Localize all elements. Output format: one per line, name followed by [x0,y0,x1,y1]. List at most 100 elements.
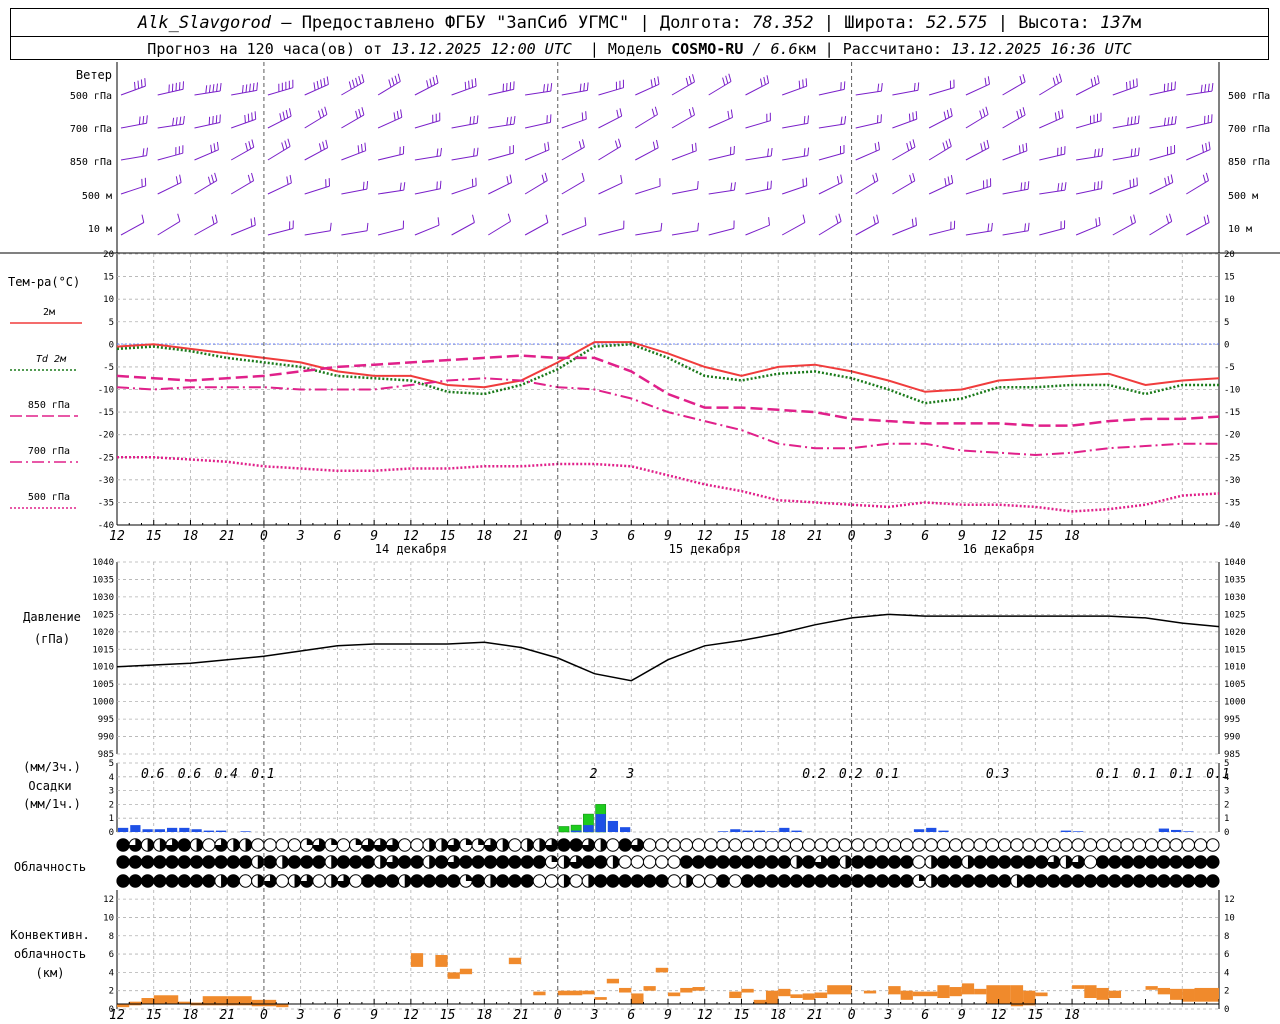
conv-bar [753,999,766,1004]
wind-barb-shaft [928,145,952,161]
y-tick-left: 1015 [92,645,114,655]
wind-barb-flag [182,116,185,125]
wind-barb-flag [142,115,145,125]
cloud-circle [398,838,412,852]
wind-level-850hpa-left: 850 гПа [70,157,112,168]
cloud-symbol [373,838,387,852]
conv-bar [741,988,754,993]
conv-bar [1157,987,1171,995]
conv-bar [447,972,460,979]
cloud-fill [429,855,436,869]
wind-barb-flag [351,79,355,88]
wind-barb-shaft [598,182,623,195]
y-tick-left: 2 [109,987,114,997]
hour-label: 18 [770,1008,786,1023]
cloud-fill [539,838,546,852]
cloud-symbol [924,874,938,888]
conv-grid: 12 1210 108 86 64 42 20 0 [103,890,1235,1015]
wind-barb-flag [1134,116,1137,125]
wind-barb-flag [440,147,442,156]
cloud-symbol [238,838,253,852]
temp-series [116,341,1220,513]
cloud-fill [484,855,497,869]
precip-amount: 0.1 [1170,767,1193,782]
cloud-symbol [128,855,143,869]
cloud-symbol [1157,838,1171,852]
hour-label: 0 [848,1008,856,1023]
wind-barb-flag [730,182,733,191]
cloud-fill [918,874,926,881]
cloud-symbol [912,838,926,852]
wind-barb-shaft [1186,180,1209,195]
cloud-fill [961,874,975,888]
wind-barb-flag [247,174,251,183]
cloud-symbol [826,855,840,869]
wind-barb-shaft [598,228,624,236]
hour-label: 9 [664,1008,672,1023]
wind-barb-shaft [561,118,587,129]
wind-barb-flag [1019,108,1023,117]
cloud-symbol [973,855,987,869]
cloud-fill [998,874,1011,888]
wind-barb-flag [509,174,513,183]
wind-barb-shaft [451,222,475,236]
cloud-fill [876,855,889,869]
wind-barb-shaft [892,180,916,195]
cloud-fill [361,855,375,869]
wind-barb-shaft [1039,81,1062,96]
cloud-symbol [544,838,559,852]
hour-label: 6 [627,1008,635,1023]
cloud-symbol [961,838,975,852]
cloud-symbol [887,838,902,852]
wind-barb-flag [874,143,877,152]
cloud-symbol [973,838,987,852]
cloud-symbol [936,874,951,888]
cloud-symbol [1144,855,1159,869]
cloud-symbol [593,874,608,888]
wind-barb-shaft [818,123,845,129]
wind-barb-shaft [1149,181,1174,195]
precip-snow-bar [215,830,227,832]
wind-barb-flag [917,82,920,91]
cloud-symbol [300,874,314,888]
wind-barb-shaft [708,81,732,96]
wind-barb-shaft [965,114,989,129]
cloud-symbol [1120,874,1134,888]
wind-barb-flag [582,139,585,148]
wind-barb-flag [651,108,655,117]
cloud-symbol [275,838,289,852]
wind-barb-flag [947,176,950,185]
cloud-fill [116,874,130,888]
cloud-fill [245,838,252,852]
wind-barb-flag [1090,78,1094,87]
wind-barb-flag [207,176,211,185]
y-tick-left: 1030 [92,593,114,603]
cloud-fill [1084,874,1097,888]
wind-barb-flag [250,218,253,227]
wind-level-500hpa-right: 500 гПа [1228,91,1270,102]
cloud-symbol [802,855,816,869]
wind-barb-flag [1022,107,1026,116]
wind-barb-flag [880,83,883,92]
cloud-symbol [373,855,387,869]
wind-barb-flag [766,75,770,84]
cloud-symbol [373,874,387,888]
cloud-fill [459,855,473,869]
precip-snow-bar [791,830,802,832]
cloud-circle [716,838,730,852]
conv-bar [631,993,644,1004]
cloud-circle [238,874,253,888]
wind-barb-shaft [782,122,808,129]
wind-barb-flag [727,110,730,119]
cloud-circle [1108,838,1122,852]
y-tick-left: 5 [109,318,114,328]
wind-barb-flag [544,143,547,152]
cloud-symbol [189,855,204,869]
cloud-symbol [520,874,534,888]
wind-barb-shaft [928,182,953,195]
cloud-symbol [1046,874,1061,888]
cloud-symbol [814,874,828,888]
wind-barb-flag [361,74,365,83]
wind-barb-flag [316,80,319,89]
wind-barb-flag [873,216,876,225]
